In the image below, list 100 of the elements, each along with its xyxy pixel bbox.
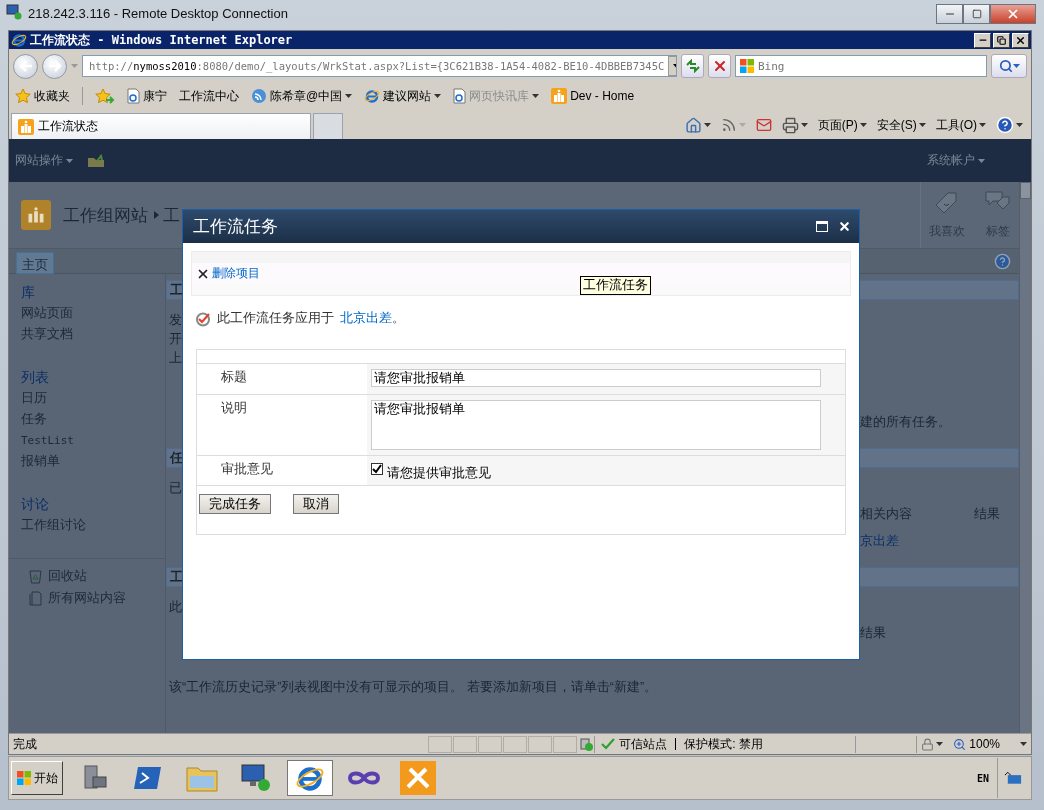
caret-icon (345, 94, 353, 98)
section-heading: 任 (168, 449, 183, 467)
cancel-button[interactable]: 取消 (293, 494, 339, 514)
body-text: 已 (168, 478, 182, 497)
favorites-button[interactable]: 收藏夹 (15, 87, 70, 105)
field-label: 审批意见 (220, 461, 274, 478)
search-button[interactable] (991, 54, 1027, 78)
caret-icon (1016, 123, 1023, 127)
favorite-link[interactable]: 建议网站 (364, 87, 442, 105)
refresh-icon (684, 59, 701, 73)
breadcrumb-arrow-icon (154, 211, 159, 219)
windows-logo-icon (16, 770, 32, 786)
search-field[interactable]: Bing (735, 55, 987, 77)
menu-button[interactable]: 页面(P) (817, 116, 867, 134)
menu-button[interactable]: 工具(O) (935, 116, 986, 134)
caret-icon (703, 123, 711, 127)
close-icon (1006, 7, 1020, 21)
caret-icon (918, 123, 926, 127)
favorite-link[interactable]: Dev - Home (551, 88, 635, 104)
checkbox-label: 请您提供审批意见 (387, 465, 491, 482)
desktop-icon (1004, 771, 1023, 785)
help-icon[interactable] (994, 252, 1011, 270)
maximize-button[interactable] (963, 4, 990, 24)
menu-button[interactable]: 安全(S) (876, 116, 926, 134)
browser-logo-icon (364, 88, 381, 104)
caret-icon (978, 158, 985, 163)
back-button[interactable] (13, 53, 38, 79)
favorite-link[interactable]: 陈希章@中国 (251, 87, 353, 105)
print-button[interactable] (781, 116, 808, 134)
user-menu[interactable]: 系统帐户 (927, 152, 985, 169)
favorite-link[interactable]: 工作流中心 (179, 87, 239, 105)
body-text: 建的所有任务。 (860, 414, 951, 431)
mail-button[interactable] (755, 117, 772, 133)
forward-button[interactable] (42, 53, 67, 79)
item-link[interactable]: 北京出差 (340, 311, 392, 325)
maximize-icon (971, 9, 982, 19)
description-input[interactable]: 请您审批报销单 (371, 400, 821, 450)
stop-button[interactable] (708, 54, 731, 78)
page-icon (127, 88, 140, 104)
status-pane (428, 735, 453, 753)
restore-button[interactable] (993, 32, 1010, 48)
status-text: 完成 (13, 735, 37, 753)
caret-icon (1012, 64, 1020, 68)
recycle-bin-icon (29, 568, 42, 584)
caret-icon (979, 123, 986, 127)
scrollbar[interactable] (1019, 182, 1031, 733)
status-pane (453, 735, 478, 753)
protected-mode-text: 保护模式: 禁用 (684, 735, 763, 753)
close-icon[interactable] (838, 220, 851, 233)
browser-title: 工作流状态 - Windows Internet Explorer (30, 31, 293, 49)
complete-task-button[interactable]: 完成任务 (199, 494, 271, 514)
caret-icon (859, 123, 867, 127)
arrow-left-icon (18, 60, 33, 72)
check-icon (601, 738, 616, 750)
print-icon (781, 116, 799, 134)
browser-tab[interactable]: 工作流状态 (11, 113, 311, 139)
address-field[interactable]: http://nymoss2010:8080/demo/_layouts/WrkStat.aspx?List={3C621B38-1A54-4082-BE10-4DBBEB7345C (82, 55, 677, 77)
address-text: http://nymoss2010:8080/demo/_layouts/WrkStat.aspx?List={3C621B38-1A54-4082-BE10-4DBBEB7345C (89, 60, 665, 72)
feeds-button[interactable] (720, 117, 746, 133)
check-icon (372, 464, 382, 474)
favorite-link[interactable]: 康宁 (127, 87, 167, 105)
applies-to-text: 此工作流任务应用于 北京出差。 (217, 310, 405, 327)
field-label: 说明 (220, 400, 248, 417)
star-icon (15, 88, 31, 104)
dialog-title: 工作流任务 (193, 216, 278, 238)
folder-icon[interactable] (87, 153, 105, 168)
column-header: 结果 (974, 506, 1000, 523)
home-icon (684, 116, 702, 134)
status-pane (553, 735, 578, 753)
taskbar-app[interactable] (287, 760, 333, 796)
restore-icon (997, 35, 1006, 45)
search-icon (998, 59, 1013, 73)
window-title: 218.242.3.116 - Remote Desktop Connection (28, 6, 288, 21)
field-label: 标题 (220, 369, 248, 386)
tools-icon (400, 761, 436, 795)
caret-icon (71, 64, 78, 68)
home-button[interactable] (684, 116, 711, 134)
checkbox[interactable] (371, 463, 383, 475)
maximize-icon[interactable] (816, 221, 828, 232)
nav-tab[interactable]: 主页 (16, 251, 54, 274)
lock-icon (921, 737, 935, 751)
breadcrumb-text: 工 (163, 204, 180, 227)
zoom-button[interactable]: 100% (953, 737, 1027, 751)
arrow-right-icon (47, 60, 62, 72)
title-input[interactable]: 请您审批报销单 (371, 369, 821, 387)
delete-item-link[interactable]: 删除项目 (196, 265, 260, 282)
body-text: 上 (168, 348, 182, 367)
task-check-icon (195, 310, 211, 327)
refresh-button[interactable] (681, 54, 704, 78)
section-heading: 工 (169, 568, 183, 586)
help-icon (996, 116, 1014, 134)
help-button[interactable] (996, 116, 1023, 134)
zoom-icon (953, 737, 967, 751)
site-actions-menu[interactable]: 网站操作 (15, 152, 73, 169)
tag-icon (934, 190, 960, 215)
start-button[interactable]: 开始 (11, 761, 63, 795)
language-indicator[interactable]: EN (976, 772, 989, 784)
documents-icon (29, 590, 42, 606)
body-text: 开 (168, 329, 182, 348)
remote-desktop-icon (240, 763, 272, 793)
